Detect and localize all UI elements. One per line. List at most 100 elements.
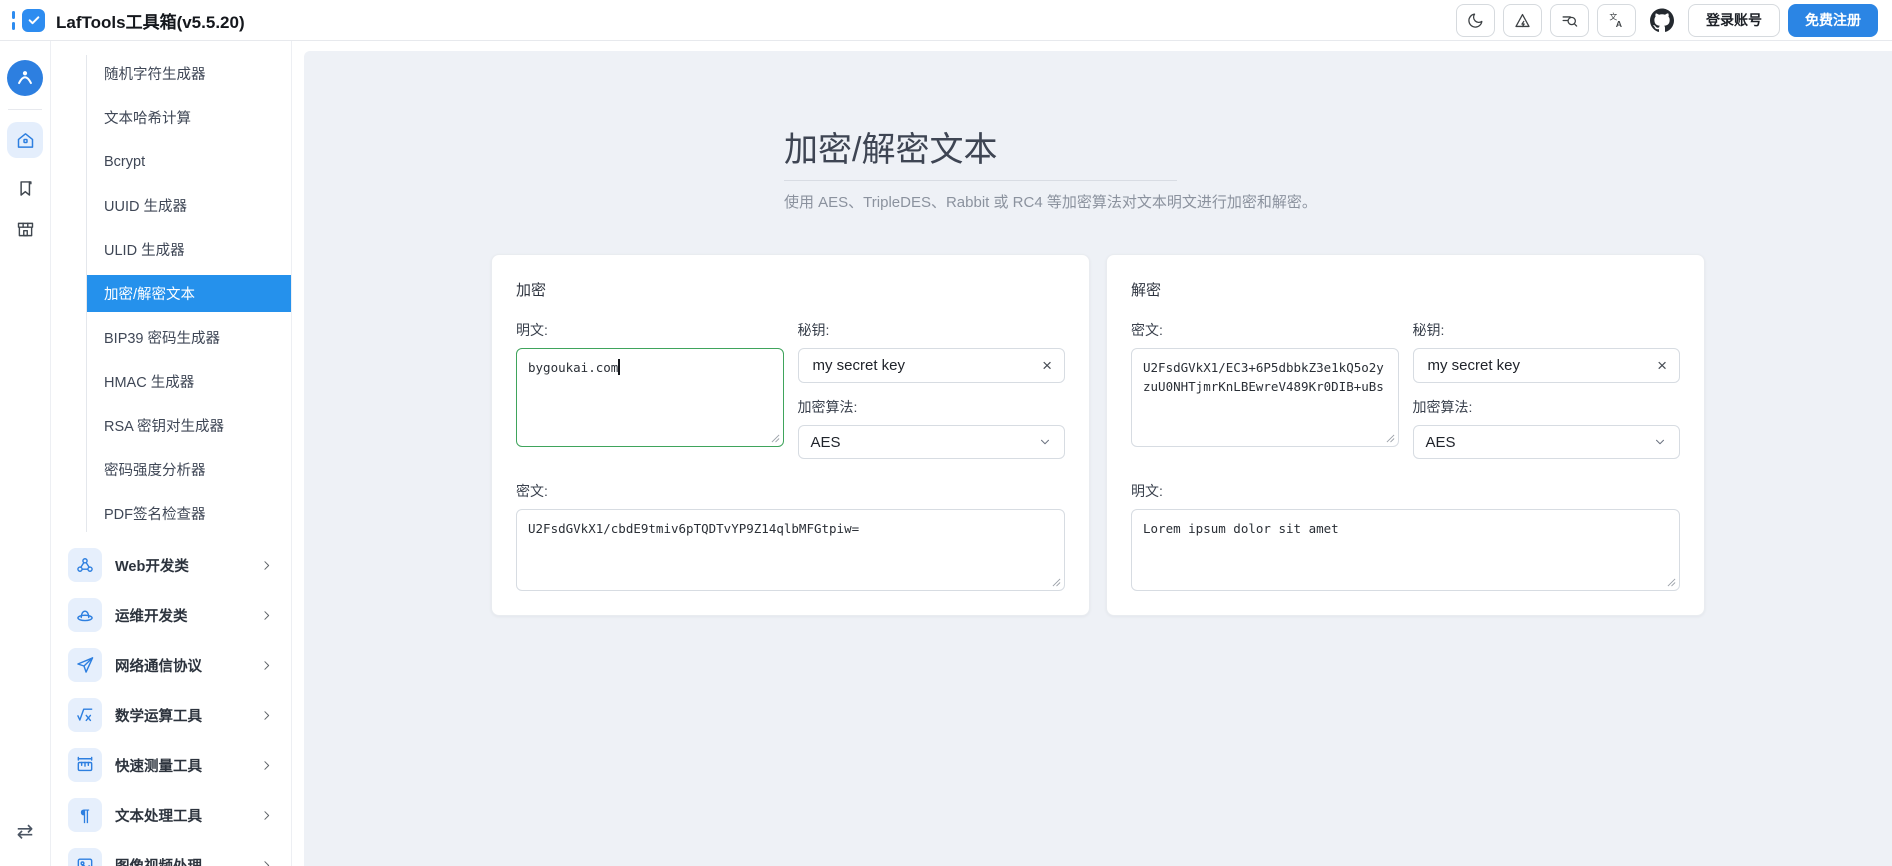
bookmarks-nav-button[interactable]	[15, 178, 36, 199]
encrypt-card-title: 加密	[516, 279, 1065, 300]
dark-mode-moon-button[interactable]	[1456, 4, 1495, 37]
decrypt-ciphertext-textarea[interactable]: U2FsdGVkX1/EC3+6P5dbbkZ3e1kQ5o2y zuU0NHT…	[1131, 348, 1399, 447]
hat-icon	[68, 598, 102, 632]
sidebar-item-ulid[interactable]: ULID 生成器	[87, 231, 291, 268]
ruler-icon	[68, 748, 102, 782]
encrypt-ciphertext-output[interactable]: U2FsdGVkX1/cbdE9tmiv6pTQDTvYP9Z14qlbMFGt…	[516, 509, 1065, 591]
chevron-right-icon	[260, 759, 273, 772]
decrypt-algorithm-select[interactable]: AES	[1413, 425, 1681, 459]
resize-handle[interactable]	[1386, 434, 1395, 443]
topbar-actions: 文 A 登录账号 免费注册	[1456, 3, 1878, 37]
encrypt-plaintext-textarea[interactable]: bygoukai.com	[516, 348, 784, 447]
category-label: 快速测量工具	[115, 755, 202, 776]
category-label: 图像视频处理	[115, 855, 202, 866]
category-label: 文本处理工具	[115, 805, 202, 826]
sidebar-category-measure-tools[interactable]: 快速测量工具	[68, 744, 291, 786]
github-button[interactable]	[1644, 3, 1680, 37]
page-header: 加密/解密文本 使用 AES、TripleDES、Rabbit 或 RC4 等加…	[304, 51, 1892, 212]
title-underline	[784, 180, 1177, 181]
algorithm-label: 加密算法:	[798, 397, 1066, 417]
home-nav-button[interactable]	[7, 122, 43, 158]
decrypt-key-field: ×	[1413, 348, 1681, 383]
page-title: 加密/解密文本	[784, 133, 1892, 167]
content-panel: 加密/解密文本 使用 AES、TripleDES、Rabbit 或 RC4 等加…	[304, 51, 1892, 866]
encrypt-key-field: ×	[798, 348, 1066, 383]
search-button[interactable]	[1550, 4, 1589, 37]
text-cursor	[618, 359, 620, 375]
chevron-down-icon	[1653, 435, 1667, 449]
sidebar-category-web-dev[interactable]: Web开发类	[68, 544, 291, 586]
sidebar-item-rsa-keypair[interactable]: RSA 密钥对生成器	[87, 407, 291, 444]
clear-icon[interactable]: ×	[1655, 357, 1669, 374]
sidebar-item-bcrypt[interactable]: Bcrypt	[87, 143, 291, 180]
sidebar-item-uuid[interactable]: UUID 生成器	[87, 187, 291, 224]
sidebar-item-encrypt-decrypt-text[interactable]: 加密/解密文本	[87, 275, 291, 312]
sidebar-item-password-strength[interactable]: 密码强度分析器	[87, 451, 291, 488]
encrypt-algorithm-select[interactable]: AES	[798, 425, 1066, 459]
chevron-right-icon	[260, 559, 273, 572]
chevron-right-icon	[260, 709, 273, 722]
main-area: 加密/解密文本 使用 AES、TripleDES、Rabbit 或 RC4 等加…	[292, 41, 1892, 866]
page-subtitle: 使用 AES、TripleDES、Rabbit 或 RC4 等加密算法对文本明文…	[784, 191, 1892, 212]
app-title: LafTools工具箱(v5.5.20)	[56, 8, 245, 33]
triangle-flash-icon	[1513, 11, 1532, 30]
decrypt-card-title: 解密	[1131, 279, 1680, 300]
brand-dashes-icon	[12, 11, 15, 30]
tool-list: 随机字符生成器 文本哈希计算 Bcrypt UUID 生成器 ULID 生成器 …	[86, 55, 291, 532]
category-list: Web开发类 运维开发类 网络通信协议	[51, 544, 291, 866]
encrypt-key-input[interactable]	[811, 356, 1041, 375]
sidebar-category-ops-dev[interactable]: 运维开发类	[68, 594, 291, 636]
resize-handle[interactable]	[771, 434, 780, 443]
register-button[interactable]: 免费注册	[1788, 4, 1878, 37]
language-switch-button[interactable]: 文 A	[1597, 4, 1636, 37]
decrypt-key-input[interactable]	[1426, 356, 1656, 375]
sidebar-category-image-video[interactable]: 图像视频处理	[68, 844, 291, 866]
selected-algorithm: AES	[1426, 434, 1456, 451]
brand: LafTools工具箱(v5.5.20)	[12, 8, 245, 33]
sidebar: 随机字符生成器 文本哈希计算 Bcrypt UUID 生成器 ULID 生成器 …	[51, 41, 292, 866]
paper-plane-icon	[68, 648, 102, 682]
login-button[interactable]: 登录账号	[1688, 4, 1780, 37]
decrypt-card: 解密 密文: U2FsdGVkX1/EC3+6P5dbbkZ3e1kQ5o2y …	[1106, 254, 1705, 616]
app-shell: ⇄ 随机字符生成器 文本哈希计算 Bcrypt UUID 生成器 ULID 生成…	[0, 41, 1892, 866]
top-bar: LafTools工具箱(v5.5.20) 文 A 登录账号 免费注册	[0, 0, 1892, 41]
resize-handle[interactable]	[1052, 578, 1061, 587]
clear-icon[interactable]: ×	[1040, 357, 1054, 374]
plaintext-label: 明文:	[516, 320, 784, 340]
plaintext-label: 明文:	[1131, 481, 1680, 501]
sidebar-item-pdf-signature[interactable]: PDF签名检查器	[87, 495, 291, 532]
resize-handle[interactable]	[1667, 578, 1676, 587]
avatar[interactable]	[7, 60, 43, 96]
selected-algorithm: AES	[811, 434, 841, 451]
sidebar-category-text-tools[interactable]: ¶ 文本处理工具	[68, 794, 291, 836]
ciphertext-label: 密文:	[516, 481, 1065, 501]
square-root-icon	[68, 698, 102, 732]
decrypt-plaintext-output[interactable]: Lorem ipsum dolor sit amet	[1131, 509, 1680, 591]
image-icon	[68, 848, 102, 866]
quick-actions-button[interactable]	[1503, 4, 1542, 37]
store-nav-button[interactable]	[15, 219, 36, 240]
sidebar-category-math-tools[interactable]: 数学运算工具	[68, 694, 291, 736]
category-label: 运维开发类	[115, 605, 188, 626]
sidebar-item-text-hash[interactable]: 文本哈希计算	[87, 99, 291, 136]
chevron-right-icon	[260, 809, 273, 822]
store-icon	[15, 219, 36, 240]
sidebar-category-network-protocol[interactable]: 网络通信协议	[68, 644, 291, 686]
cards-row: 加密 明文: bygoukai.com 秘钥:	[491, 254, 1705, 616]
sidebar-item-random-string[interactable]: 随机字符生成器	[87, 55, 291, 92]
encrypt-card: 加密 明文: bygoukai.com 秘钥:	[491, 254, 1090, 616]
sidebar-item-hmac[interactable]: HMAC 生成器	[87, 363, 291, 400]
chevron-down-icon	[1038, 435, 1052, 449]
webhook-icon	[68, 548, 102, 582]
pilcrow-icon: ¶	[68, 798, 102, 832]
algorithm-label: 加密算法:	[1413, 397, 1681, 417]
ciphertext-label: 密文:	[1131, 320, 1399, 340]
search-list-icon	[1560, 11, 1579, 30]
category-label: 网络通信协议	[115, 655, 202, 676]
collapse-sidebar-button[interactable]: ⇄	[17, 822, 34, 842]
translate-icon: 文 A	[1607, 11, 1626, 30]
category-label: Web开发类	[115, 555, 189, 576]
sidebar-item-bip39[interactable]: BIP39 密码生成器	[87, 319, 291, 356]
key-label: 秘钥:	[798, 320, 1066, 340]
rail-divider	[8, 109, 42, 110]
